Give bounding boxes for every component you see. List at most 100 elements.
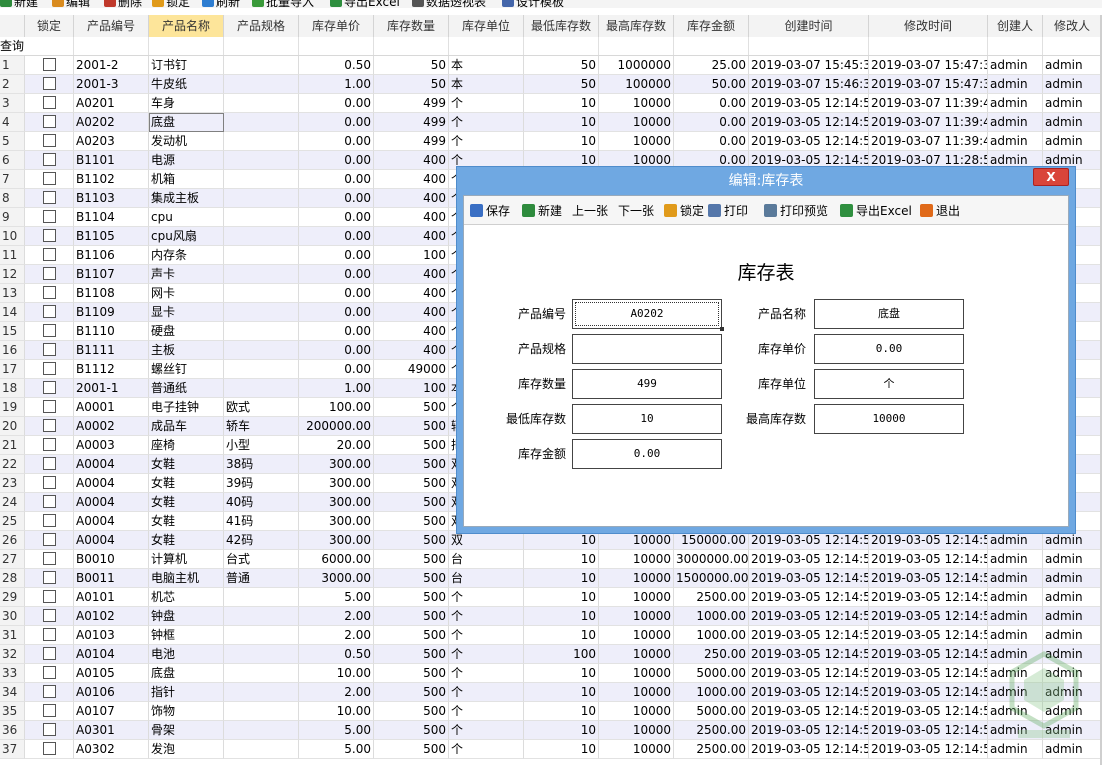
lock-checkbox[interactable] [42, 514, 56, 527]
cell-spec[interactable] [224, 702, 299, 721]
lock-checkbox-cell[interactable] [25, 189, 74, 208]
cell-unit[interactable]: 个 [449, 740, 524, 759]
cell-mtime[interactable]: 2019-03-05 12:14:51 [869, 626, 988, 645]
cell-name[interactable]: 底盘 [149, 113, 224, 132]
lock-checkbox-cell[interactable] [25, 683, 74, 702]
cell-code[interactable]: A0104 [74, 645, 149, 664]
cell-price[interactable]: 10.00 [299, 702, 374, 721]
cell-mby[interactable]: admin [1043, 588, 1102, 607]
cell-spec[interactable] [224, 740, 299, 759]
lock-checkbox-cell[interactable] [25, 740, 74, 759]
cell-ctime[interactable]: 2019-03-07 15:46:37 [749, 75, 869, 94]
cell-mtime[interactable]: 2019-03-07 15:47:33 [869, 75, 988, 94]
cell-name[interactable]: 声卡 [149, 265, 224, 284]
cell-unit[interactable]: 个 [449, 132, 524, 151]
cell-min[interactable]: 50 [524, 75, 599, 94]
cell-name[interactable]: 计算机 [149, 550, 224, 569]
cell-mtime[interactable]: 2019-03-05 12:14:51 [869, 569, 988, 588]
prev-button[interactable]: 上一张 [572, 201, 608, 219]
cell-ctime[interactable]: 2019-03-05 12:14:51 [749, 588, 869, 607]
cell-name[interactable]: 钟框 [149, 626, 224, 645]
cell-spec[interactable] [224, 227, 299, 246]
column-header[interactable]: 库存单位 [449, 15, 524, 37]
cell-name[interactable]: 车身 [149, 94, 224, 113]
cell-amount[interactable]: 2500.00 [674, 740, 749, 759]
cell-price[interactable]: 2.00 [299, 683, 374, 702]
cell-name[interactable]: 电脑主机 [149, 569, 224, 588]
cell-name[interactable]: 普通纸 [149, 379, 224, 398]
cell-code[interactable]: A0107 [74, 702, 149, 721]
cell-code[interactable]: A0102 [74, 607, 149, 626]
cell-qty[interactable]: 400 [374, 227, 449, 246]
cell-min[interactable]: 10 [524, 569, 599, 588]
lock-checkbox[interactable] [42, 666, 56, 679]
cell-code[interactable]: A0003 [74, 436, 149, 455]
cell-price[interactable]: 2.00 [299, 626, 374, 645]
toolbar-refresh-button[interactable]: 刷新 [202, 0, 240, 8]
table-row[interactable]: 35 A0107 饰物 10.00 500 个 10 10000 5000.00 2019-03-… [0, 702, 1102, 721]
cell-amount[interactable]: 250.00 [674, 645, 749, 664]
cell-price[interactable]: 0.00 [299, 360, 374, 379]
cell-unit[interactable]: 台 [449, 569, 524, 588]
lock-checkbox[interactable] [42, 172, 56, 185]
table-row[interactable]: 33 A0105 底盘 10.00 500 个 10 10000 5000.00 2019-03-… [0, 664, 1102, 683]
cell-qty[interactable]: 500 [374, 398, 449, 417]
cell-price[interactable]: 0.00 [299, 227, 374, 246]
lock-checkbox[interactable] [42, 552, 56, 565]
cell-ctime[interactable]: 2019-03-05 12:14:51 [749, 664, 869, 683]
cell-price[interactable]: 0.00 [299, 322, 374, 341]
filter-cell[interactable] [74, 37, 149, 55]
cell-unit[interactable]: 个 [449, 721, 524, 740]
cell-cby[interactable]: admin [988, 550, 1043, 569]
lock-checkbox[interactable] [42, 58, 56, 71]
cell-cby[interactable]: admin [988, 132, 1043, 151]
cell-qty[interactable]: 100 [374, 379, 449, 398]
lock-checkbox[interactable] [42, 704, 56, 717]
exit-button[interactable]: 退出 [920, 201, 960, 219]
cell-code[interactable]: A0004 [74, 493, 149, 512]
cell-min[interactable]: 50 [524, 56, 599, 75]
toolbar-delete-button[interactable]: 删除 [104, 0, 142, 8]
cell-max[interactable]: 10000 [599, 132, 674, 151]
cell-spec[interactable]: 小型 [224, 436, 299, 455]
table-row[interactable]: 5 A0203 发动机 0.00 499 个 10 10000 0.00 2019-03-05 1… [0, 132, 1102, 151]
filter-cell[interactable] [299, 37, 374, 55]
cell-qty[interactable]: 400 [374, 189, 449, 208]
cell-qty[interactable]: 500 [374, 474, 449, 493]
cell-amount[interactable]: 5000.00 [674, 664, 749, 683]
filter-cell[interactable] [674, 37, 749, 55]
lock-checkbox-cell[interactable] [25, 607, 74, 626]
cell-min[interactable]: 10 [524, 113, 599, 132]
cell-name[interactable]: 女鞋 [149, 531, 224, 550]
cell-spec[interactable]: 42码 [224, 531, 299, 550]
cell-price[interactable]: 0.00 [299, 341, 374, 360]
lock-checkbox[interactable] [42, 571, 56, 584]
lock-checkbox[interactable] [42, 457, 56, 470]
lock-checkbox-cell[interactable] [25, 132, 74, 151]
cell-qty[interactable]: 500 [374, 455, 449, 474]
cell-code[interactable]: B1106 [74, 246, 149, 265]
column-header[interactable]: 产品名称 [149, 15, 224, 37]
cell-code[interactable]: B1111 [74, 341, 149, 360]
cell-price[interactable]: 0.50 [299, 645, 374, 664]
cell-qty[interactable]: 500 [374, 588, 449, 607]
filter-cell[interactable] [749, 37, 869, 55]
cell-qty[interactable]: 500 [374, 512, 449, 531]
lock-checkbox-cell[interactable] [25, 664, 74, 683]
cell-name[interactable]: 内存条 [149, 246, 224, 265]
lock-checkbox-cell[interactable] [25, 360, 74, 379]
cell-spec[interactable] [224, 683, 299, 702]
cell-max[interactable]: 10000 [599, 113, 674, 132]
cell-code[interactable]: A0106 [74, 683, 149, 702]
lock-checkbox[interactable] [42, 305, 56, 318]
cell-price[interactable]: 0.50 [299, 56, 374, 75]
cell-qty[interactable]: 500 [374, 740, 449, 759]
cell-code[interactable]: B1103 [74, 189, 149, 208]
cell-max[interactable]: 10000 [599, 607, 674, 626]
cell-min[interactable]: 10 [524, 702, 599, 721]
cell-cby[interactable]: admin [988, 588, 1043, 607]
cell-mtime[interactable]: 2019-03-05 12:14:51 [869, 740, 988, 759]
table-row[interactable]: 36 A0301 骨架 5.00 500 个 10 10000 2500.00 2019-03-0… [0, 721, 1102, 740]
cell-amount[interactable]: 1000.00 [674, 626, 749, 645]
cell-cby[interactable]: admin [988, 740, 1043, 759]
